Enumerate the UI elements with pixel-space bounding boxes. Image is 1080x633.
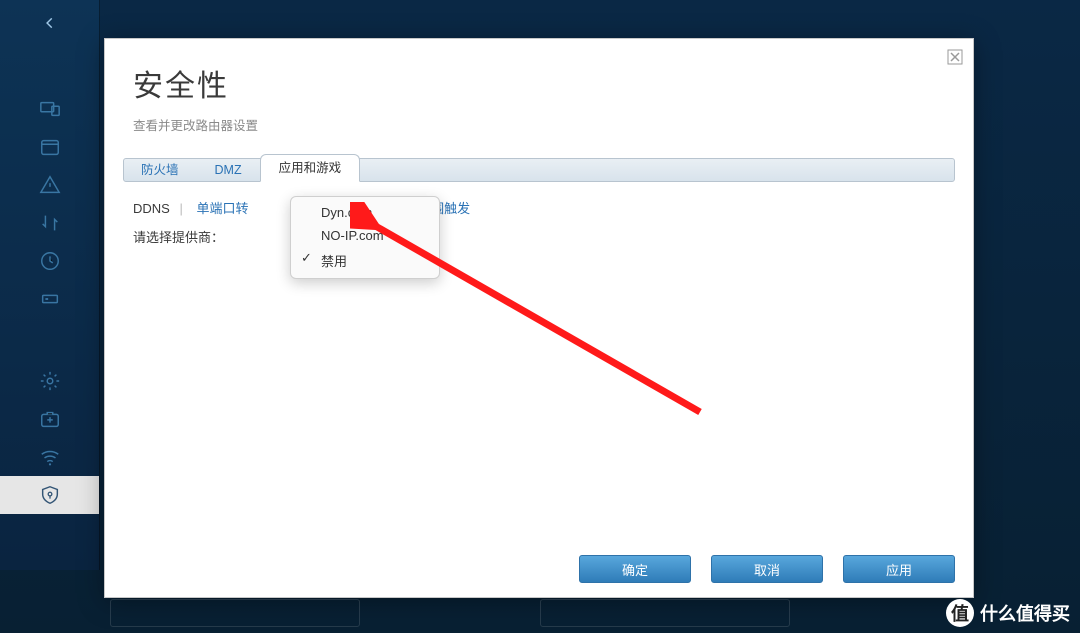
sidebar-item-storage[interactable]: [0, 242, 99, 280]
tab-bar: 防火墙 DMZ 应用和游戏: [123, 154, 955, 182]
tab-firewall[interactable]: 防火墙: [123, 158, 197, 182]
dropdown-option-disabled[interactable]: 禁用: [291, 247, 439, 274]
bg-ghost-row: [110, 599, 790, 627]
wifi-icon: [39, 446, 61, 468]
chevron-left-icon: [43, 12, 57, 34]
sidebar-item-devices[interactable]: [0, 90, 99, 128]
provider-row: 请选择提供商：: [133, 227, 945, 246]
sidebar-spacer: [0, 46, 99, 90]
gear-icon: [39, 370, 61, 392]
provider-dropdown[interactable]: Dyn.com NO-IP.com 禁用: [290, 196, 440, 279]
medkit-icon: [39, 408, 61, 430]
watermark: 值 什么值得买: [946, 599, 1070, 627]
provider-label: 请选择提供商：: [133, 230, 224, 245]
devices-icon: [39, 98, 61, 120]
page-title: 安全性: [133, 61, 945, 105]
tab-apps-games[interactable]: 应用和游戏: [260, 154, 361, 182]
back-button[interactable]: [0, 0, 99, 46]
close-button[interactable]: [947, 49, 963, 65]
watermark-badge: 值: [946, 599, 974, 627]
sidebar-item-usb[interactable]: [0, 280, 99, 318]
sidebar-item-parental[interactable]: [0, 128, 99, 166]
sidebar-item-wireless[interactable]: [0, 438, 99, 476]
sidebar-item-troubleshoot[interactable]: [0, 400, 99, 438]
sidebar-item-priority[interactable]: [0, 166, 99, 204]
close-icon: [947, 49, 963, 65]
card-header: 安全性 查看并更改路由器设置: [105, 39, 973, 144]
cancel-button[interactable]: 取消: [711, 555, 823, 583]
subnav-sep-1: |: [179, 201, 182, 216]
usb-icon: [39, 288, 61, 310]
ok-button[interactable]: 确定: [579, 555, 691, 583]
sidebar: [0, 0, 100, 570]
shield-icon: [39, 484, 61, 506]
settings-card: 安全性 查看并更改路由器设置 防火墙 DMZ 应用和游戏 DDNS | 单端口转…: [104, 38, 974, 598]
sub-nav: DDNS | 单端口转 端口范围触发: [133, 198, 945, 217]
sidebar-spacer-2: [0, 318, 99, 362]
action-buttons: 确定 取消 应用: [579, 555, 955, 583]
page-subtitle: 查看并更改路由器设置: [133, 115, 945, 134]
tab-dmz[interactable]: DMZ: [197, 158, 260, 182]
apply-button[interactable]: 应用: [843, 555, 955, 583]
clock-icon: [39, 250, 61, 272]
dropdown-option-dyn[interactable]: Dyn.com: [291, 201, 439, 224]
sidebar-item-security[interactable]: [0, 476, 99, 514]
subnav-single-port[interactable]: 单端口转: [196, 201, 248, 216]
subnav-ddns[interactable]: DDNS: [133, 201, 170, 216]
calendar-icon: [39, 136, 61, 158]
sidebar-item-connectivity[interactable]: [0, 362, 99, 400]
swap-icon: [39, 212, 61, 234]
dropdown-option-noip[interactable]: NO-IP.com: [291, 224, 439, 247]
sidebar-item-speed[interactable]: [0, 204, 99, 242]
watermark-text: 什么值得买: [980, 600, 1070, 626]
warning-icon: [39, 174, 61, 196]
